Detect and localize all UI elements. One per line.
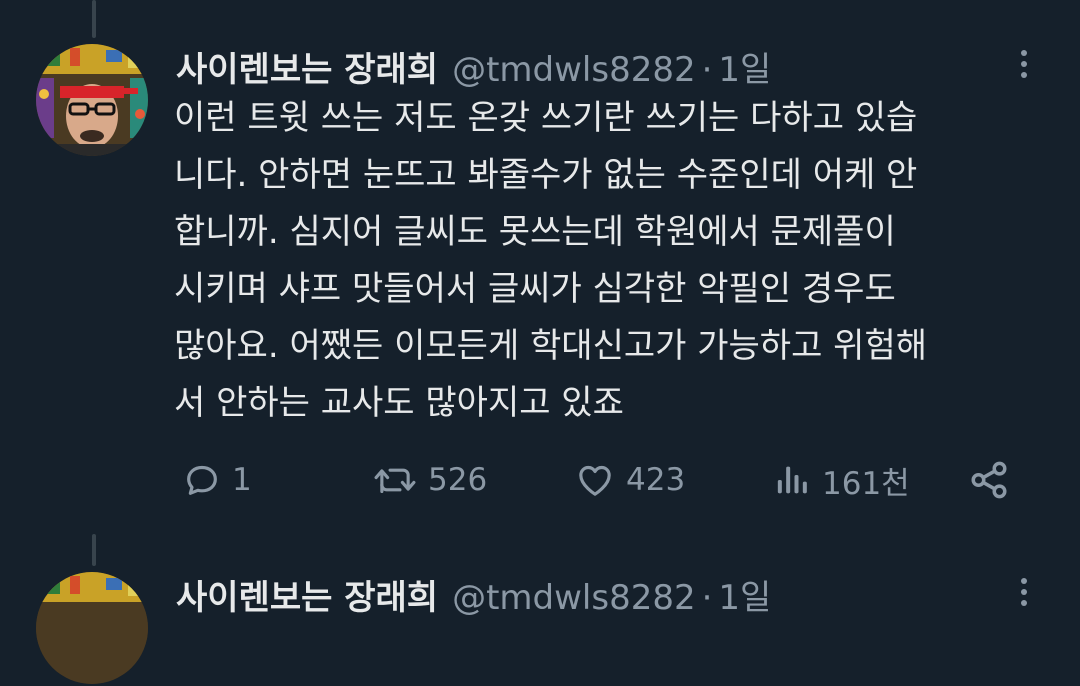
separator: · (701, 578, 713, 618)
separator: · (701, 50, 713, 90)
thread-connector-top (92, 0, 96, 38)
views-button[interactable]: 161천 (772, 450, 910, 510)
avatar[interactable] (36, 44, 148, 156)
reply-count: 1 (232, 462, 252, 498)
like-button[interactable]: 423 (574, 450, 685, 510)
more-options-icon[interactable] (1012, 44, 1036, 84)
timestamp[interactable]: 1일 (718, 42, 771, 91)
more-options-icon[interactable] (1012, 572, 1036, 612)
views-icon (777, 466, 807, 494)
tweet-text-line: 니다. 안하면 눈뜨고 봐줄수가 없는 수준인데 어케 안 (174, 155, 918, 195)
user-handle[interactable]: @tmdwls8282 (452, 50, 696, 90)
retweet-icon (374, 468, 416, 494)
tweet-text: 이런 트윗 쓰는 저도 온갖 쓰기란 쓰기는 다하고 있습 니다. 안하면 눈뜨… (174, 90, 1054, 432)
display-name[interactable]: 사이렌보는 장래희 (176, 42, 438, 91)
share-button[interactable] (968, 450, 1010, 510)
timestamp[interactable]: 1일 (718, 570, 771, 619)
heart-icon (579, 465, 611, 496)
tweet-header: 사이렌보는 장래희 @tmdwls8282 · 1일 (176, 42, 771, 92)
like-count: 423 (626, 462, 686, 498)
tweet-header: 사이렌보는 장래희 @tmdwls8282 · 1일 (176, 570, 771, 620)
thread-connector-bottom (92, 534, 96, 566)
tweet[interactable]: 사이렌보는 장래희 @tmdwls8282 · 1일 (0, 566, 1080, 686)
tweet-text-line: 서 안하는 교사도 많아지고 있죠 (174, 383, 624, 423)
tweet-text-line: 시키며 샤프 맛들어서 글씨가 심각한 악필인 경우도 (174, 269, 896, 309)
views-count: 161천 (822, 465, 910, 502)
display-name[interactable]: 사이렌보는 장래희 (176, 570, 438, 619)
tweet-text-line: 많아요. 어쨌든 이모든게 학대신고가 가능하고 위험해 (174, 326, 928, 366)
avatar[interactable] (36, 572, 148, 684)
share-icon (971, 461, 1007, 499)
tweet[interactable]: 사이렌보는 장래희 @tmdwls8282 · 1일 이런 트윗 쓰는 저도 온… (0, 38, 1080, 534)
retweet-count: 526 (428, 462, 488, 498)
user-handle[interactable]: @tmdwls8282 (452, 578, 696, 618)
tweet-actions: 1 526 423 161천 (176, 450, 1036, 510)
retweet-button[interactable]: 526 (372, 450, 487, 510)
tweet-text-line: 이런 트윗 쓰는 저도 온갖 쓰기란 쓰기는 다하고 있습 (174, 98, 918, 138)
reply-button[interactable]: 1 (182, 450, 252, 510)
reply-icon (187, 465, 217, 495)
tweet-text-line: 합니까. 심지어 글씨도 못쓰는데 학원에서 문제풀이 (174, 212, 896, 252)
